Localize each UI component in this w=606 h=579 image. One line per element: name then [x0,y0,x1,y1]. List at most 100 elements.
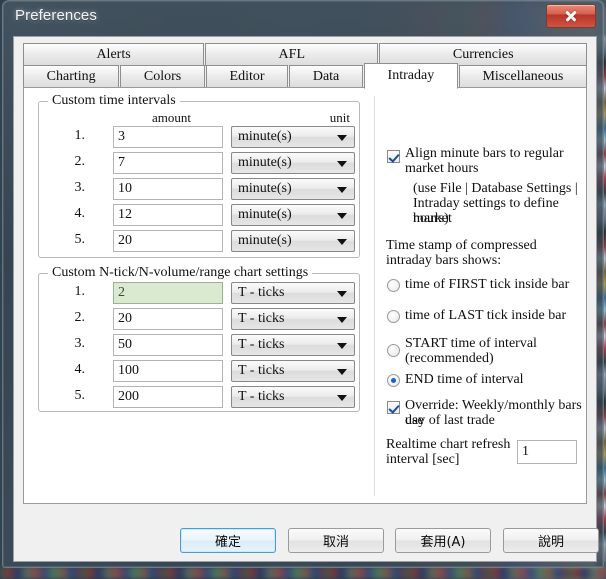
interval-row-number: 3. [74,180,86,195]
radio-start-time[interactable] [387,344,400,357]
radio-first-tick[interactable] [387,279,400,292]
tab-alerts[interactable]: Alerts [23,43,205,66]
tab-colors[interactable]: Colors [120,65,205,88]
chevron-down-icon [337,369,347,375]
tab-charting[interactable]: Charting [23,65,120,88]
interval-amount-input-5[interactable] [113,230,223,252]
interval-unit-select-1[interactable]: minute(s) [231,126,355,148]
ntick-amount-input-1[interactable] [113,282,223,304]
tab-afl[interactable]: AFL [205,43,379,66]
radio-end-time[interactable] [387,374,400,387]
cancel-button[interactable]: 取消 [288,528,384,553]
refresh-interval-label-line2: interval [sec] [386,452,460,467]
screen-root: Preferences Alerts AFL Currencies Charti… [0,0,606,579]
chevron-down-icon [337,213,347,219]
ntick-unit-value-5: T - ticks [238,389,285,404]
unit-column-header: unit [329,110,350,125]
tab-editor[interactable]: Editor [205,65,289,88]
tab-miscellaneous[interactable]: Miscellaneous [458,65,587,88]
interval-unit-select-2[interactable]: minute(s) [231,152,355,174]
chevron-down-icon [337,161,347,167]
ntick-amount-input-2[interactable] [113,308,223,330]
chevron-down-icon [337,135,347,141]
apply-button[interactable]: 套用(A) [395,528,491,553]
ntick-row-number: 1. [74,284,86,299]
interval-unit-value-4: minute(s) [238,207,292,222]
ntick-row-number: 4. [74,362,86,377]
align-minute-bars-label-line1: Align minute bars to regular [405,146,564,161]
ntick-settings-legend: Custom N-tick/N-volume/range chart setti… [48,265,313,281]
interval-unit-select-4[interactable]: minute(s) [231,204,355,226]
chevron-down-icon [337,317,347,323]
interval-amount-input-4[interactable] [113,204,223,226]
radio-start-time-label-line1: START time of interval [405,336,537,351]
chevron-down-icon [337,395,347,401]
ntick-unit-select-4[interactable]: T - ticks [231,360,355,382]
radio-last-tick[interactable] [387,310,400,323]
custom-time-intervals-legend: Custom time intervals [48,93,180,109]
tab-strip-row-2: Charting Colors Editor Data Intraday Mis… [23,63,587,89]
interval-row-number: 1. [74,128,86,143]
ntick-unit-value-1: T - ticks [238,285,285,300]
align-note-line1: (use File | Database Settings | [413,181,578,196]
interval-row-number: 5. [74,232,86,247]
ntick-row-number: 5. [74,388,86,403]
radio-start-time-label-line2: (recommended) [405,351,494,366]
chevron-down-icon [337,187,347,193]
interval-unit-value-1: minute(s) [238,129,292,144]
tab-intraday[interactable]: Intraday [363,63,458,89]
radio-first-tick-label: time of FIRST tick inside bar [405,277,570,292]
tab-strip-row-1: Alerts AFL Currencies [23,43,587,66]
custom-time-intervals-group: Custom time intervals amount unit 1. min… [38,93,360,258]
interval-unit-select-3[interactable]: minute(s) [231,178,355,200]
ntick-unit-value-4: T - ticks [238,363,285,378]
interval-unit-select-5[interactable]: minute(s) [231,230,355,252]
ntick-unit-select-5[interactable]: T - ticks [231,386,355,408]
ntick-unit-select-2[interactable]: T - ticks [231,308,355,330]
dialog-client-area: Alerts AFL Currencies Charting Colors Ed… [13,36,599,562]
align-minute-bars-label-line2: market hours [405,161,479,176]
interval-unit-value-3: minute(s) [238,181,292,196]
interval-unit-value-2: minute(s) [238,155,292,170]
override-label-line2: day of last trade [405,413,495,428]
align-note-line3: hours) [413,211,449,226]
panel-divider [374,96,375,496]
radio-last-tick-label: time of LAST tick inside bar [405,308,567,323]
ntick-settings-group: Custom N-tick/N-volume/range chart setti… [38,265,360,412]
window-title: Preferences [15,7,97,24]
ntick-unit-value-3: T - ticks [238,337,285,352]
tab-data[interactable]: Data [289,65,363,88]
timestamp-heading-line1: Time stamp of compressed [386,238,537,253]
ntick-unit-select-3[interactable]: T - ticks [231,334,355,356]
ntick-row-number: 2. [74,310,86,325]
desktop-background-bottom-strip [0,567,606,579]
ntick-amount-input-4[interactable] [113,360,223,382]
chevron-down-icon [337,239,347,245]
interval-row-number: 2. [74,154,86,169]
radio-end-time-label: END time of interval [405,372,524,387]
ntick-row-number: 3. [74,336,86,351]
align-minute-bars-checkbox[interactable] [387,150,400,163]
title-bar[interactable]: Preferences [3,1,603,35]
refresh-interval-input[interactable] [517,440,577,464]
interval-unit-value-5: minute(s) [238,233,292,248]
close-icon[interactable] [546,4,596,28]
interval-amount-input-1[interactable] [113,126,223,148]
interval-amount-input-2[interactable] [113,152,223,174]
help-button[interactable]: 說明 [503,528,599,553]
chevron-down-icon [337,291,347,297]
interval-row-number: 4. [74,206,86,221]
timestamp-heading-line2: intraday bars shows: [386,253,502,268]
interval-amount-input-3[interactable] [113,178,223,200]
ntick-amount-input-5[interactable] [113,386,223,408]
chevron-down-icon [337,343,347,349]
ok-button[interactable]: 確定 [180,528,276,553]
override-weekly-monthly-checkbox[interactable] [387,401,400,414]
amount-column-header: amount [152,110,191,125]
ntick-amount-input-3[interactable] [113,334,223,356]
ntick-unit-value-2: T - ticks [238,311,285,326]
ntick-unit-select-1[interactable]: T - ticks [231,282,355,304]
preferences-dialog: Preferences Alerts AFL Currencies Charti… [2,0,604,568]
refresh-interval-label-line1: Realtime chart refresh [386,437,511,452]
intraday-tab-panel: Custom time intervals amount unit 1. min… [23,87,587,504]
